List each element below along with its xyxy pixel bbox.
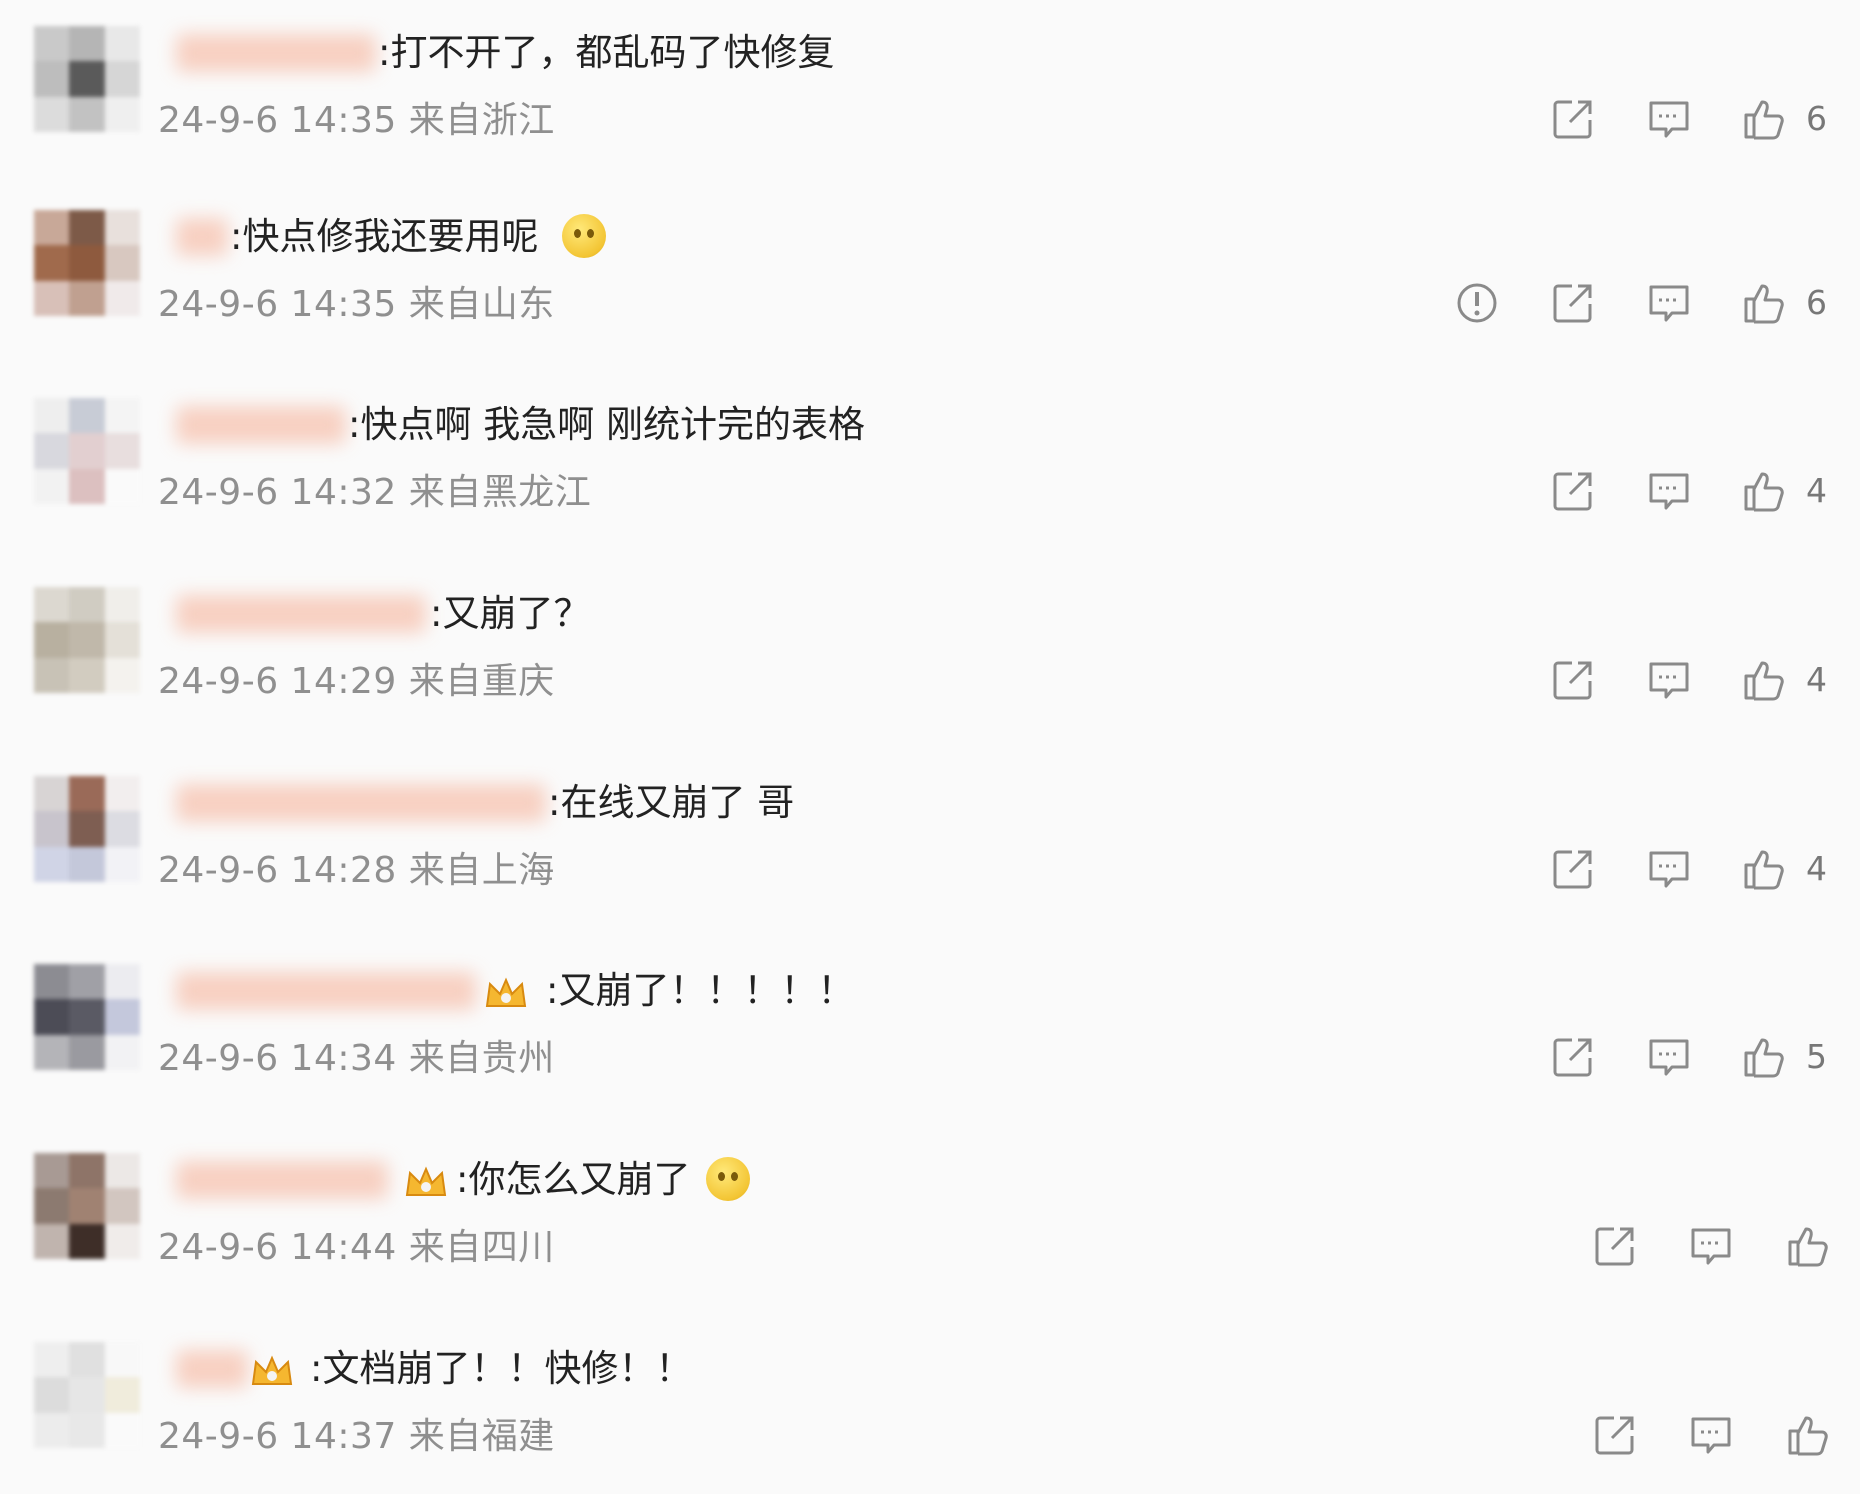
comment-item: :你怎么又崩了 24-9-6 14:44 来自四川 [0, 1153, 1860, 1305]
username-blurred[interactable] [176, 595, 426, 633]
username-blurred[interactable] [176, 1161, 388, 1199]
comment-meta: 24-9-6 14:28 来自上海 [158, 850, 555, 891]
avatar[interactable] [34, 1342, 140, 1448]
comment-icon[interactable] [1646, 96, 1692, 142]
avatar[interactable] [34, 964, 140, 1070]
username-blurred[interactable] [176, 972, 476, 1010]
comment-text: :文档崩了！！快修！！ [310, 1347, 693, 1390]
comment-item: :文档崩了！！快修！！ 24-9-6 14:37 来自福建 [0, 1342, 1860, 1494]
avatar[interactable] [34, 26, 140, 132]
thumbs-up-icon[interactable] [1740, 846, 1786, 892]
comment-list: :打不开了，都乱码了快修复 24-9-6 14:35 来自浙江 6 :快点修我还… [0, 0, 1860, 1488]
comment-item: :在线又崩了 哥 24-9-6 14:28 来自上海 4 [0, 776, 1860, 928]
like-count: 4 [1806, 849, 1827, 888]
like-count: 4 [1806, 471, 1827, 510]
comment-text: :打不开了，都乱码了快修复 [378, 31, 835, 74]
comment-text: :在线又崩了 哥 [548, 781, 795, 824]
comment-icon[interactable] [1688, 1223, 1734, 1269]
thumbs-up-icon[interactable] [1784, 1412, 1830, 1458]
thumbs-up-icon[interactable] [1740, 1034, 1786, 1080]
crown-badge-icon [405, 1166, 447, 1196]
comment-item: :快点修我还要用呢 24-9-6 14:35 来自山东 6 [0, 210, 1860, 362]
comment-icon[interactable] [1646, 468, 1692, 514]
like-count: 6 [1806, 283, 1827, 322]
comment-text: :快点啊 我急啊 刚统计完的表格 [348, 403, 865, 446]
thumbs-up-icon[interactable] [1740, 96, 1786, 142]
share-icon[interactable] [1550, 280, 1596, 326]
share-icon[interactable] [1550, 96, 1596, 142]
share-icon[interactable] [1550, 468, 1596, 514]
thumbs-up-icon[interactable] [1740, 657, 1786, 703]
comment-item: :又崩了？ 24-9-6 14:29 来自重庆 4 [0, 587, 1860, 739]
thumbs-up-icon[interactable] [1740, 280, 1786, 326]
emoji-icon [706, 1157, 750, 1201]
share-icon[interactable] [1592, 1412, 1638, 1458]
comment-item: :快点啊 我急啊 刚统计完的表格 24-9-6 14:32 来自黑龙江 4 [0, 398, 1860, 550]
comment-text: :又崩了？ [430, 592, 591, 635]
like-count: 4 [1806, 660, 1827, 699]
comment-icon[interactable] [1688, 1412, 1734, 1458]
avatar[interactable] [34, 776, 140, 882]
thumbs-up-icon[interactable] [1740, 468, 1786, 514]
comment-icon[interactable] [1646, 1034, 1692, 1080]
avatar[interactable] [34, 210, 140, 316]
comment-meta: 24-9-6 14:37 来自福建 [158, 1416, 555, 1457]
comment-meta: 24-9-6 14:34 来自贵州 [158, 1038, 555, 1079]
comment-text: :你怎么又崩了 [456, 1158, 691, 1201]
avatar[interactable] [34, 398, 140, 504]
comment-icon[interactable] [1646, 846, 1692, 892]
comment-meta: 24-9-6 14:35 来自浙江 [158, 100, 555, 141]
share-icon[interactable] [1550, 1034, 1596, 1080]
comment-meta: 24-9-6 14:29 来自重庆 [158, 661, 555, 702]
comment-text: :又崩了！！！！！ [546, 969, 855, 1012]
comment-meta: 24-9-6 14:32 来自黑龙江 [158, 472, 592, 513]
avatar[interactable] [34, 1153, 140, 1259]
comment-item: :打不开了，都乱码了快修复 24-9-6 14:35 来自浙江 6 [0, 26, 1860, 178]
thumbs-up-icon[interactable] [1784, 1223, 1830, 1269]
username-blurred[interactable] [176, 34, 376, 72]
comment-item: :又崩了！！！！！ 24-9-6 14:34 来自贵州 5 [0, 964, 1860, 1116]
crown-badge-icon [251, 1355, 293, 1385]
username-blurred[interactable] [176, 784, 546, 822]
comment-icon[interactable] [1646, 657, 1692, 703]
like-count: 5 [1806, 1037, 1827, 1076]
crown-badge-icon [485, 977, 527, 1007]
username-blurred[interactable] [176, 218, 228, 256]
comment-text: :快点修我还要用呢 [230, 215, 539, 258]
comment-meta: 24-9-6 14:35 来自山东 [158, 284, 555, 325]
username-blurred[interactable] [176, 406, 346, 444]
comment-icon[interactable] [1646, 280, 1692, 326]
avatar[interactable] [34, 587, 140, 693]
share-icon[interactable] [1550, 657, 1596, 703]
report-icon[interactable] [1454, 280, 1500, 326]
like-count: 6 [1806, 99, 1827, 138]
comment-meta: 24-9-6 14:44 来自四川 [158, 1227, 555, 1268]
username-blurred[interactable] [176, 1350, 248, 1388]
share-icon[interactable] [1592, 1223, 1638, 1269]
share-icon[interactable] [1550, 846, 1596, 892]
emoji-icon [562, 214, 606, 258]
